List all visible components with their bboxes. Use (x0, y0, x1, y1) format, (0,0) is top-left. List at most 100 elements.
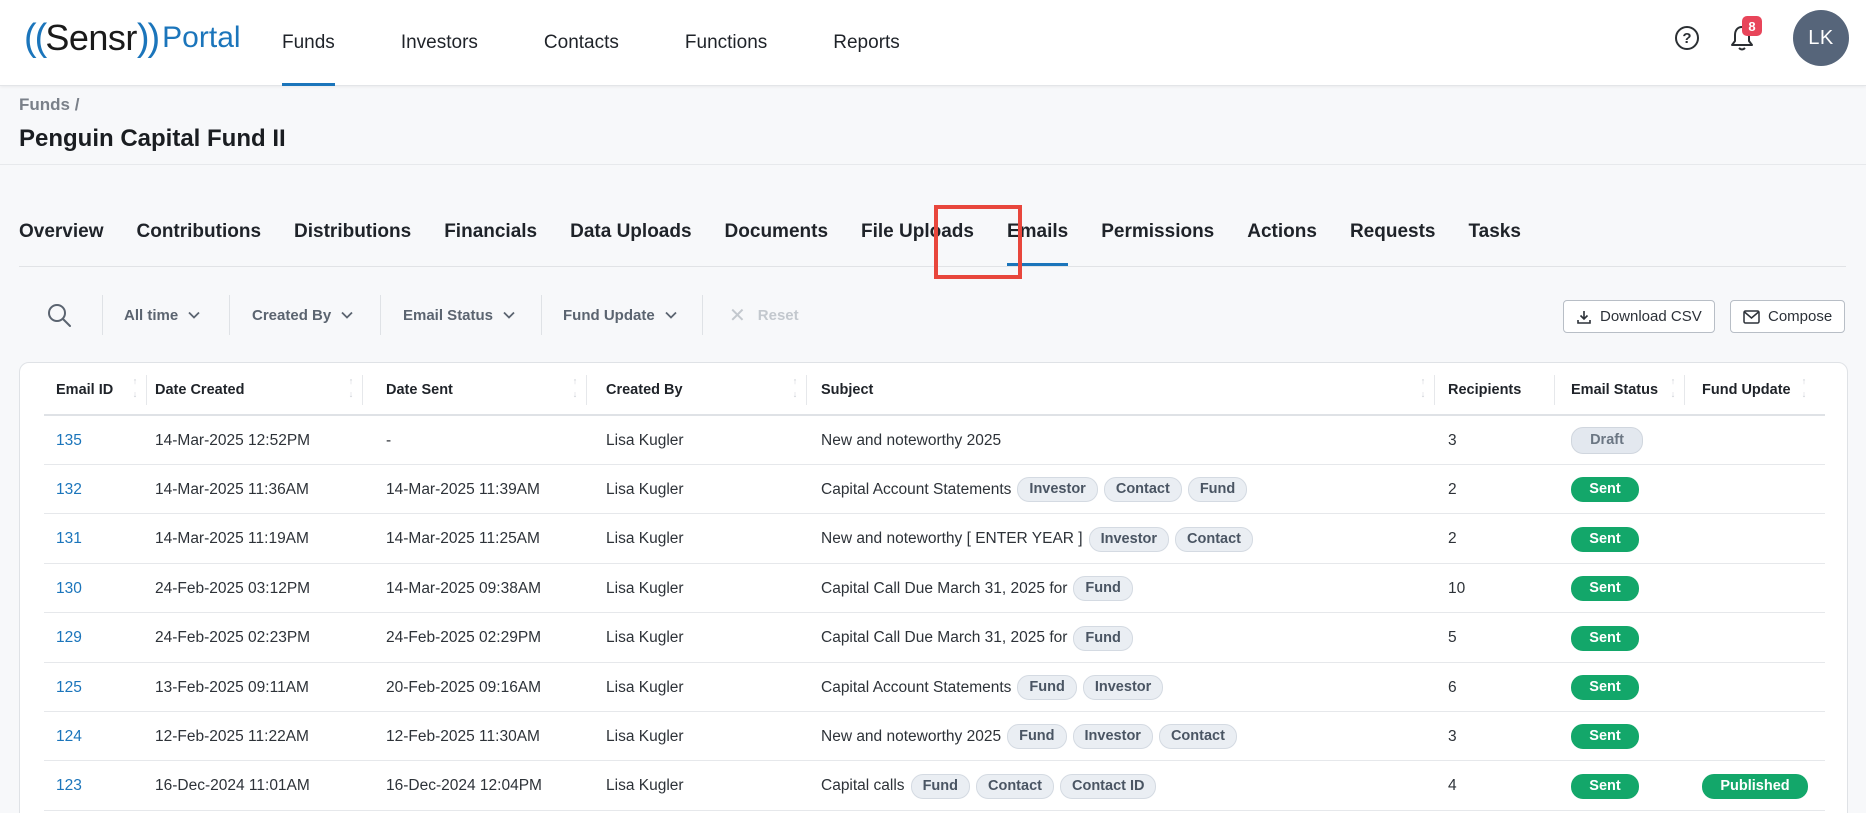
time-filter[interactable]: All time (124, 293, 200, 337)
cell-date-sent: 16-Dec-2024 12:04PM (386, 777, 542, 795)
cell-email-id[interactable]: 123 (56, 762, 82, 811)
filter-divider (102, 295, 103, 335)
merge-tag: Investor (1082, 675, 1164, 700)
cell-date-sent: 14-Mar-2025 11:25AM (386, 530, 540, 548)
cell-date-sent: 12-Feb-2025 11:30AM (386, 727, 540, 745)
filter-divider (380, 295, 381, 335)
table-row[interactable]: 130 24-Feb-2025 03:12PM 14-Mar-2025 09:38A… (44, 564, 1825, 614)
table-row[interactable]: 125 13-Feb-2025 09:11AM 20-Feb-2025 09:16A… (44, 663, 1825, 712)
merge-tag: Investor (1088, 526, 1170, 552)
table-row[interactable]: 132 14-Mar-2025 11:36AM 14-Mar-2025 11:39A… (44, 465, 1825, 515)
compose-button[interactable]: Compose (1730, 300, 1846, 333)
help-icon[interactable]: ? (1675, 26, 1699, 50)
tab-data-uploads[interactable]: Data Uploads (570, 210, 691, 266)
logo-paren-open: (( (24, 16, 47, 59)
email-status-filter[interactable]: Email Status (403, 293, 515, 337)
cell-email-id[interactable]: 135 (56, 416, 82, 465)
cell-email-status: Sent (1571, 614, 1639, 663)
sort-icon[interactable]: ↑ ↓ (1418, 375, 1428, 403)
cell-date-sent: 20-Feb-2025 09:16AM (386, 678, 542, 696)
cell-email-id[interactable]: 131 (56, 515, 82, 564)
nav-reports[interactable]: Reports (833, 0, 900, 86)
cell-fund-update: Published (1702, 762, 1808, 811)
chevron-down-icon (503, 311, 515, 319)
status-badge: Draft (1571, 427, 1643, 454)
cell-created-by: Lisa Kugler (606, 431, 684, 449)
table-row[interactable]: 129 24-Feb-2025 02:23PM 24-Feb-2025 02:29P… (44, 614, 1825, 663)
tab-permissions[interactable]: Permissions (1101, 210, 1214, 266)
cell-email-id[interactable]: 125 (56, 663, 82, 712)
emails-tab-highlight (934, 205, 1022, 279)
cell-recipients: 2 (1448, 530, 1457, 548)
cell-subject: Capital Account Statements Investor Contac… (821, 465, 1248, 514)
column-divider (362, 375, 363, 405)
reset-button[interactable]: ✕ Reset (729, 293, 799, 337)
col-created-by[interactable]: Created By (606, 363, 683, 416)
col-subject[interactable]: Subject (821, 363, 873, 416)
cell-recipients: 3 (1448, 727, 1457, 745)
download-csv-button[interactable]: Download CSV (1563, 300, 1715, 333)
sort-icon[interactable]: ↑ ↓ (570, 375, 580, 403)
cell-email-id[interactable]: 124 (56, 712, 82, 761)
breadcrumb[interactable]: Funds / (19, 95, 79, 115)
table-row[interactable]: 131 14-Mar-2025 11:19AM 14-Mar-2025 11:25A… (44, 515, 1825, 564)
sort-icon[interactable]: ↑ ↓ (1799, 375, 1809, 403)
cell-email-id[interactable]: 132 (56, 465, 82, 514)
col-email-id[interactable]: Email ID (56, 363, 113, 416)
sort-icon[interactable]: ↑ ↓ (346, 375, 356, 403)
merge-tag: Contact (1175, 526, 1254, 552)
table-header: Email ID ↑ ↓ Date Created ↑ ↓ Date Sent ↑ ↓… (44, 363, 1825, 416)
created-by-filter[interactable]: Created By (252, 293, 353, 337)
merge-tag: Fund (1187, 477, 1248, 503)
cell-date-created: 14-Mar-2025 11:36AM (155, 480, 309, 498)
download-csv-label: Download CSV (1600, 308, 1702, 325)
sort-icon[interactable]: ↑ ↓ (1668, 375, 1678, 403)
chevron-down-icon (665, 311, 677, 319)
tab-requests[interactable]: Requests (1350, 210, 1436, 266)
cell-email-id[interactable]: 130 (56, 564, 82, 613)
table-row[interactable]: 135 14-Mar-2025 12:52PM - Lisa Kugler New an… (44, 416, 1825, 465)
sort-icon[interactable]: ↑ ↓ (130, 375, 140, 403)
col-email-status[interactable]: Email Status (1571, 363, 1658, 416)
email-status-filter-label: Email Status (403, 306, 494, 324)
table-row[interactable]: 124 12-Feb-2025 11:22AM 12-Feb-2025 11:30A… (44, 712, 1825, 762)
cell-subject: New and noteworthy 2025 (821, 416, 1001, 465)
cell-recipients: 5 (1448, 629, 1457, 647)
col-date-sent[interactable]: Date Sent (386, 363, 453, 416)
tab-tasks[interactable]: Tasks (1468, 210, 1520, 266)
col-fund-update[interactable]: Fund Update (1702, 363, 1791, 416)
top-navbar: ((Sensr)) Portal Funds Investors Contacts… (0, 0, 1866, 86)
nav-investors[interactable]: Investors (401, 0, 478, 86)
fund-update-filter[interactable]: Fund Update (563, 293, 677, 337)
cell-recipients: 3 (1448, 431, 1457, 449)
subject-text: New and noteworthy 2025 (821, 431, 1002, 449)
column-divider (1434, 375, 1435, 405)
cell-email-status: Sent (1571, 663, 1639, 712)
cell-email-id[interactable]: 129 (56, 614, 82, 663)
cell-date-created: 12-Feb-2025 11:22AM (155, 727, 309, 745)
sort-icon[interactable]: ↑ ↓ (790, 375, 800, 403)
column-divider (806, 375, 807, 405)
cell-email-status: Sent (1571, 712, 1639, 761)
nav-funds[interactable]: Funds (282, 0, 335, 86)
tab-financials[interactable]: Financials (444, 210, 537, 266)
tab-distributions[interactable]: Distributions (294, 210, 411, 266)
cell-subject: Capital Call Due March 31, 2025 for Fund (821, 614, 1133, 663)
col-recipients: Recipients (1448, 381, 1522, 398)
chevron-down-icon (341, 311, 353, 319)
search-icon[interactable] (45, 301, 73, 329)
tab-actions[interactable]: Actions (1247, 210, 1317, 266)
tab-contributions[interactable]: Contributions (137, 210, 262, 266)
nav-contacts[interactable]: Contacts (544, 0, 619, 86)
nav-functions[interactable]: Functions (685, 0, 767, 86)
tab-documents[interactable]: Documents (725, 210, 828, 266)
logo-paren-close: )) (136, 16, 160, 59)
col-date-created[interactable]: Date Created (155, 363, 244, 416)
table-row[interactable]: 123 16-Dec-2024 11:01AM 16-Dec-2024 12:04P… (44, 762, 1825, 811)
tab-overview[interactable]: Overview (19, 210, 104, 266)
sensr-portal-logo[interactable]: ((Sensr)) Portal (24, 16, 241, 59)
user-avatar[interactable]: LK (1793, 10, 1849, 66)
merge-tag: Fund (910, 773, 970, 799)
cell-email-status: Draft (1571, 416, 1643, 465)
merge-tag: Contact ID (1059, 773, 1157, 799)
